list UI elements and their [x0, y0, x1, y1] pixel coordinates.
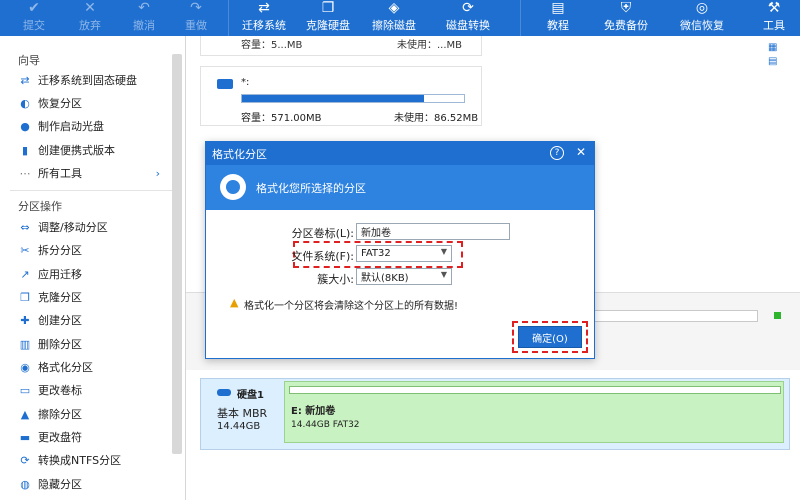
sidebar-item-to-ntfs[interactable]: ⟳ 转换成NTFS分区	[18, 450, 168, 470]
sidebar-item-change-letter[interactable]: ▬ 更改盘符	[18, 427, 168, 447]
sidebar: 向导 ⇄ 迁移系统到固态硬盘 ◐ 恢复分区 ● 制作启动光盘 ▮ 创建便携式版本 ⋯ 所有…	[0, 36, 186, 500]
ops-section-title: 分区操作	[18, 200, 62, 213]
partition-card[interactable]: *: 容量：571.00MB 未使用：86.52MB	[200, 66, 482, 126]
filesystem-label: 文件系统(F):	[291, 250, 354, 263]
sidebar-item-boot-disc[interactable]: ● 制作启动光盘	[18, 116, 168, 136]
person-icon: ●	[20, 119, 30, 133]
apply-icon: ↗	[20, 267, 30, 281]
split-icon: ✂	[20, 243, 30, 257]
tools-icon: ⚒	[767, 0, 781, 16]
sidebar-item-resize[interactable]: ⇔ 调整/移动分区	[18, 217, 168, 237]
eraser-icon: ◈	[388, 0, 400, 16]
dots-icon: ⋯	[19, 166, 31, 180]
warning-icon: ▲	[230, 296, 239, 309]
partition-usage-bar	[289, 386, 781, 394]
volume-label-input[interactable]: 新加卷	[356, 223, 510, 240]
undo-button[interactable]: ↶ 撤消	[124, 0, 164, 36]
convert-icon: ⟳	[20, 453, 30, 467]
chevron-down-icon: ▼	[440, 270, 447, 279]
legend-green-icon	[774, 312, 781, 319]
sidebar-item-create[interactable]: ✚ 创建分区	[18, 310, 168, 330]
sidebar-item-apply-migrate[interactable]: ↗ 应用迁移	[18, 264, 168, 284]
sidebar-item-portable[interactable]: ▮ 创建便携式版本	[18, 140, 168, 160]
sidebar-item-recover-partition[interactable]: ◐ 恢复分区	[18, 93, 168, 113]
label-icon: ▭	[19, 383, 31, 397]
discard-button[interactable]: ✕ 放弃	[70, 0, 110, 36]
sidebar-item-hide[interactable]: ◍ 隐藏分区	[18, 474, 168, 494]
chevron-right-icon: ›	[155, 166, 160, 180]
sidebar-item-migrate-ssd[interactable]: ⇄ 迁移系统到固态硬盘	[18, 70, 168, 90]
tools-button[interactable]: ⚒ 工具	[756, 0, 792, 36]
usage-bar-fill	[242, 95, 425, 102]
dialog-header: 格式化您所选择的分区	[206, 165, 594, 210]
convert-icon: ⟳	[462, 0, 474, 16]
sidebar-divider	[10, 190, 172, 191]
close-icon[interactable]: ✕	[576, 145, 586, 159]
erase-disk-button[interactable]: ◈ 擦除磁盘	[366, 0, 422, 36]
partition-strip[interactable]	[590, 310, 758, 322]
migrate-system-button[interactable]: ⇄ 迁移系统	[236, 0, 292, 36]
sidebar-item-delete[interactable]: ▥ 删除分区	[18, 334, 168, 354]
submit-button[interactable]: ✔ 提交	[14, 0, 54, 36]
chevron-down-icon: ▼	[440, 247, 447, 256]
partition-block[interactable]: E: 新加卷 14.44GB FAT32	[284, 381, 784, 443]
migrate-icon: ⇄	[258, 0, 270, 16]
ok-button[interactable]: 确定(O)	[518, 326, 582, 348]
format-disk-icon	[220, 174, 246, 200]
hide-icon: ◍	[20, 477, 30, 491]
cluster-size-select[interactable]: 默认(8KB) ▼	[356, 268, 452, 285]
sidebar-item-split[interactable]: ✂ 拆分分区	[18, 240, 168, 260]
check-icon: ✔	[28, 0, 40, 16]
clone-disk-button[interactable]: ❐ 克隆硬盘	[300, 0, 356, 36]
clone-icon: ❐	[20, 290, 30, 304]
book-icon: ▤	[551, 0, 565, 16]
create-icon: ✚	[20, 313, 30, 327]
redo-button[interactable]: ↷ 重做	[176, 0, 216, 36]
warning-text: 格式化一个分区将会清除这个分区上的所有数据!	[244, 301, 459, 312]
usb-icon: ▮	[21, 143, 29, 157]
recover-icon: ◐	[20, 96, 30, 110]
toolbar-separator	[520, 0, 521, 36]
eraser-icon: ▲	[20, 407, 30, 421]
help-icon[interactable]: ?	[550, 146, 564, 160]
sidebar-item-clone[interactable]: ❐ 克隆分区	[18, 287, 168, 307]
grid-view-icon[interactable]: ▦	[768, 42, 777, 53]
filesystem-select[interactable]: FAT32 ▼	[356, 245, 452, 262]
migrate-icon: ⇄	[20, 73, 30, 87]
toolbar: ✔ 提交 ✕ 放弃 ↶ 撤消 ↷ 重做 ⇄ 迁移系统 ❐ 克隆硬盘 ◈ 擦除磁盘…	[0, 0, 800, 36]
toolbar-separator	[228, 0, 229, 36]
tutorial-button[interactable]: ▤ 教程	[538, 0, 578, 36]
backup-icon: ⛨	[620, 0, 632, 16]
sidebar-item-format[interactable]: ◉ 格式化分区	[18, 357, 168, 377]
sidebar-item-change-label[interactable]: ▭ 更改卷标	[18, 380, 168, 400]
disk-convert-button[interactable]: ⟳ 磁盘转换	[440, 0, 496, 36]
wizard-section-title: 向导	[18, 54, 40, 67]
volume-label-label: 分区卷标(L):	[291, 227, 354, 240]
sidebar-scrollbar[interactable]	[172, 54, 182, 454]
list-view-icon[interactable]: ▤	[768, 56, 777, 67]
sidebar-item-all-tools[interactable]: ⋯ 所有工具 ›	[18, 163, 168, 183]
usage-bar	[241, 94, 465, 103]
cluster-size-label: 簇大小:	[317, 273, 354, 286]
wechat-recover-button[interactable]: ◎ 微信恢复	[672, 0, 732, 36]
resize-icon: ⇔	[20, 220, 30, 234]
partition-card-top[interactable]: 容量：5...MB 未使用：...MB	[200, 36, 482, 56]
format-icon: ◉	[20, 360, 30, 374]
undo-icon: ↶	[138, 0, 150, 16]
wechat-icon: ◎	[695, 0, 709, 16]
clone-icon: ❐	[321, 0, 335, 16]
free-backup-button[interactable]: ⛨ 免费备份	[596, 0, 656, 36]
redo-icon: ↷	[190, 0, 202, 16]
disk-icon	[217, 79, 233, 89]
delete-icon: ▥	[19, 337, 31, 351]
drive-letter-icon: ▬	[19, 430, 31, 444]
disk-icon	[217, 389, 231, 396]
close-icon: ✕	[84, 0, 96, 16]
sidebar-item-wipe[interactable]: ▲ 擦除分区	[18, 404, 168, 424]
dialog-titlebar: 格式化分区 ? ✕	[206, 142, 594, 165]
